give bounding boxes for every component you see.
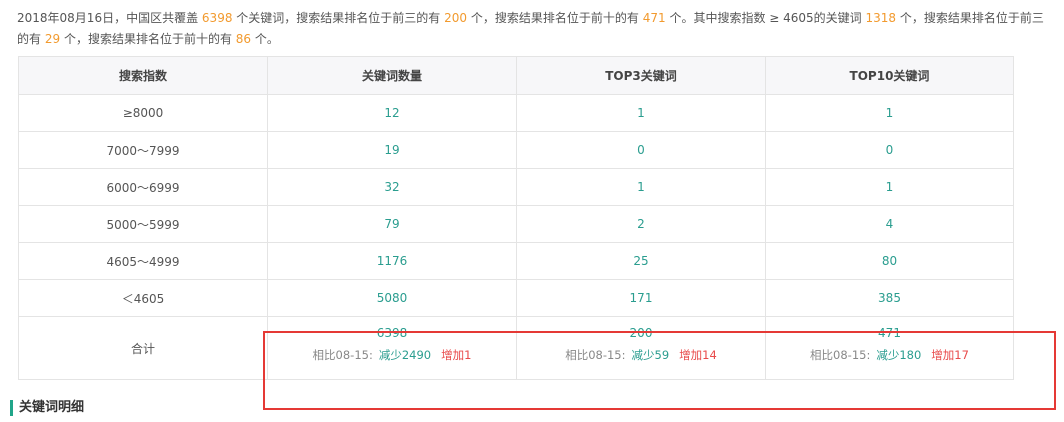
comparison: 相比08-15: 减少2490 增加1 xyxy=(268,347,516,363)
top10-count: 471 xyxy=(642,11,666,25)
total-top3-count: 200 xyxy=(629,326,653,340)
column-header-keyword-count: 关键词数量 xyxy=(267,56,517,95)
section-title-keyword-details: 关键词明细 xyxy=(10,400,84,416)
search-index-range: 7000～7999 xyxy=(18,131,268,169)
search-index-range: ＜4605 xyxy=(18,279,268,317)
comparison-label: 相比08-15: xyxy=(312,348,373,362)
high-index-keywords-count: 1318 xyxy=(865,11,897,25)
table-row: ＜4605 5080 171 385 xyxy=(18,279,1014,317)
increase-value: 增加14 xyxy=(679,348,717,362)
total-label: 合计 xyxy=(18,316,268,380)
top3-value: 0 xyxy=(516,131,766,169)
comparison-label: 相比08-15: xyxy=(565,348,626,362)
top3-value: 2 xyxy=(516,205,766,243)
summary-text-part: 个，搜索结果排名位于前十的有 xyxy=(63,32,232,46)
top10-value: 80 xyxy=(765,242,1014,280)
column-header-top3: TOP3关键词 xyxy=(516,56,766,95)
table-row: 7000～7999 19 0 0 xyxy=(18,131,1014,169)
high-index-top3-count: 29 xyxy=(44,32,61,46)
total-cell-top10: 471 相比08-15: 减少180 增加17 xyxy=(765,316,1014,380)
search-index-range: 4605～4999 xyxy=(18,242,268,280)
keyword-count: 12 xyxy=(267,94,517,132)
comparison-label: 相比08-15: xyxy=(810,348,871,362)
summary-text-part: 个关键词，搜索结果排名位于前三的有 xyxy=(236,11,441,25)
table-row: 6000～6999 32 1 1 xyxy=(18,168,1014,206)
total-row: 合计 6398 相比08-15: 减少2490 增加1 200 相比08-15: 减少… xyxy=(18,316,1014,380)
keyword-stats-table: 搜索指数 关键词数量 TOP3关键词 TOP10关键词 ≥8000 12 1 1… xyxy=(18,56,1014,380)
top3-value: 171 xyxy=(516,279,766,317)
total-cell-top3: 200 相比08-15: 减少59 增加14 xyxy=(516,316,766,380)
keyword-count: 79 xyxy=(267,205,517,243)
table-header-row: 搜索指数 关键词数量 TOP3关键词 TOP10关键词 xyxy=(18,56,1014,95)
decrease-value: 减少180 xyxy=(876,348,922,362)
comparison: 相比08-15: 减少59 增加14 xyxy=(517,347,765,363)
top3-count: 200 xyxy=(444,11,468,25)
summary-text-part: 个。其中搜索指数 ≥ 4605的关键词 xyxy=(669,11,862,25)
keyword-count: 19 xyxy=(267,131,517,169)
search-index-range: 6000～6999 xyxy=(18,168,268,206)
top10-value: 385 xyxy=(765,279,1014,317)
high-index-top10-count: 86 xyxy=(235,32,252,46)
decrease-value: 减少2490 xyxy=(378,348,432,362)
summary-text-part: 个，搜索结果排名位于前十的有 xyxy=(470,11,639,25)
total-keywords-count: 6398 xyxy=(201,11,233,25)
column-header-search-index: 搜索指数 xyxy=(18,56,268,95)
total-cell-keywords: 6398 相比08-15: 减少2490 增加1 xyxy=(267,316,517,380)
top3-value: 25 xyxy=(516,242,766,280)
column-header-top10: TOP10关键词 xyxy=(765,56,1014,95)
increase-value: 增加1 xyxy=(441,348,472,362)
top10-value: 1 xyxy=(765,94,1014,132)
keyword-count: 32 xyxy=(267,168,517,206)
summary-text: 2018年08月16日，中国区共覆盖 6398 个关键词，搜索结果排名位于前三的… xyxy=(17,8,1047,50)
top3-value: 1 xyxy=(516,168,766,206)
decrease-value: 减少59 xyxy=(631,348,670,362)
keyword-count: 1176 xyxy=(267,242,517,280)
keyword-count: 5080 xyxy=(267,279,517,317)
total-keyword-count: 6398 xyxy=(376,326,408,340)
summary-text-part: 个。 xyxy=(254,32,279,46)
top10-value: 0 xyxy=(765,131,1014,169)
increase-value: 增加17 xyxy=(931,348,969,362)
table-row: 5000～5999 79 2 4 xyxy=(18,205,1014,243)
comparison: 相比08-15: 减少180 增加17 xyxy=(766,347,1013,363)
search-index-range: ≥8000 xyxy=(18,94,268,132)
table-row: ≥8000 12 1 1 xyxy=(18,94,1014,132)
top10-value: 1 xyxy=(765,168,1014,206)
top10-value: 4 xyxy=(765,205,1014,243)
total-top10-count: 471 xyxy=(878,326,901,340)
table-row: 4605～4999 1176 25 80 xyxy=(18,242,1014,280)
top3-value: 1 xyxy=(516,94,766,132)
search-index-range: 5000～5999 xyxy=(18,205,268,243)
summary-text-part: 2018年08月16日，中国区共覆盖 xyxy=(17,11,199,25)
